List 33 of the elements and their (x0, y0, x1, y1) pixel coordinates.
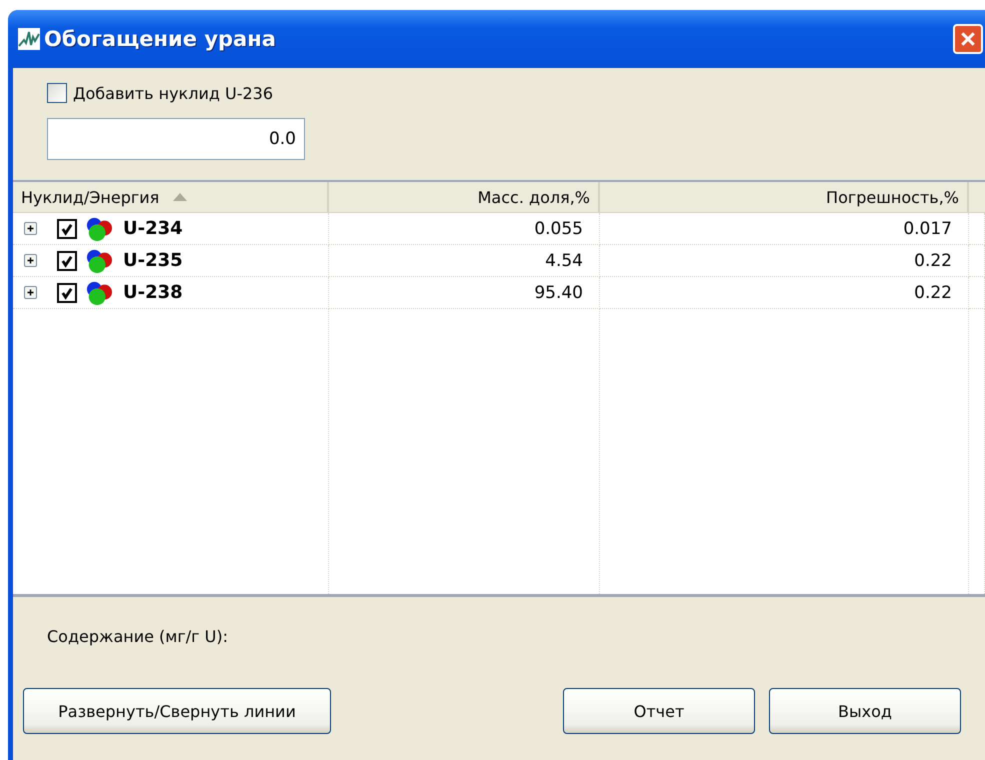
plus-icon (26, 256, 35, 265)
check-icon (60, 286, 74, 300)
table-cell: 0.055 (329, 213, 600, 245)
expand-toggle[interactable] (24, 286, 37, 299)
expand-toggle[interactable] (24, 222, 37, 235)
checkbox[interactable] (57, 218, 77, 238)
waveform-icon (18, 28, 40, 50)
window-title: Обогащение урана (44, 27, 277, 51)
nuclide-name: U-238 (123, 282, 183, 303)
table-cell: 0.017 (600, 213, 969, 245)
dialog-button[interactable]: Отчет (563, 688, 755, 734)
plus-icon (26, 288, 35, 297)
checkbox-label: Добавить нуклид U-236 (73, 84, 274, 102)
checkbox[interactable] (47, 83, 67, 103)
input-field[interactable]: 0.0 (47, 118, 305, 160)
close-button[interactable] (953, 24, 983, 54)
table-cell: 4.54 (329, 245, 600, 277)
table-cell: 0.22 (600, 245, 969, 277)
check-icon (60, 222, 74, 236)
checkbox[interactable] (57, 250, 77, 270)
table-cell: 0.22 (600, 277, 969, 309)
plus-icon (26, 224, 35, 233)
sort-up-icon (173, 193, 188, 201)
nuclide-name: U-235 (123, 250, 183, 271)
checkbox[interactable] (57, 282, 77, 302)
content-label: Содержание (мг/г U): (47, 627, 229, 646)
dialog-button[interactable]: Выход (769, 688, 961, 734)
check-icon (60, 254, 74, 268)
nuclide-name: U-234 (123, 218, 183, 239)
dialog-button[interactable]: Развернуть/Свернуть линии (23, 688, 331, 734)
expand-toggle[interactable] (24, 254, 37, 267)
close-icon (960, 31, 976, 47)
table-cell: 95.40 (329, 277, 600, 309)
